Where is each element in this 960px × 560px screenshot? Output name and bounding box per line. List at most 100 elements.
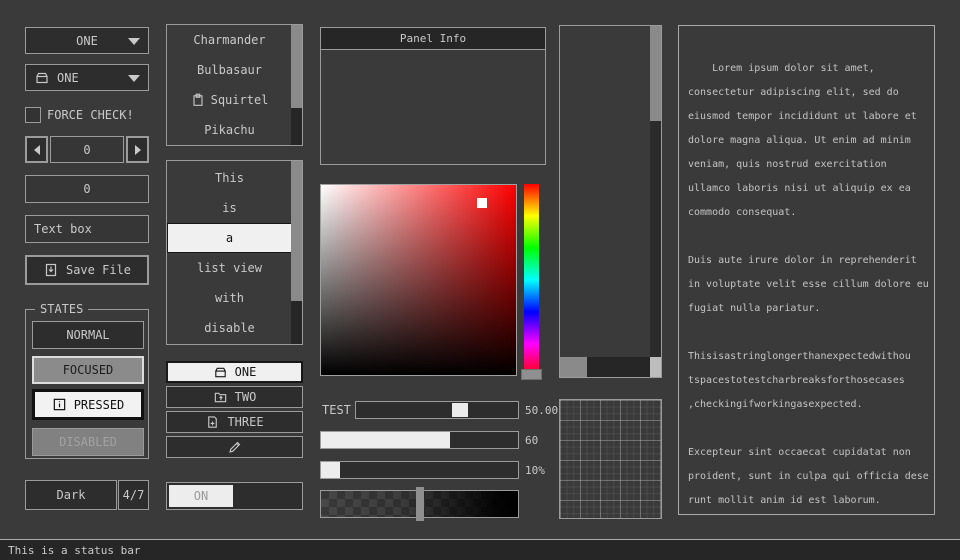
pencil-button[interactable] — [166, 436, 303, 458]
icon-button-one-label: ONE — [235, 365, 257, 379]
demo-list-scrollbar[interactable] — [291, 161, 302, 344]
theme-button-label: Dark — [57, 488, 86, 502]
chevron-down-icon — [127, 36, 141, 46]
dropdown-one-icon-value: ONE — [57, 71, 79, 85]
list-item-label: disable — [204, 321, 255, 335]
status-bar-text: This is a status bar — [8, 544, 140, 557]
stepper-value-field[interactable]: 0 — [50, 136, 124, 163]
toggle-thumb[interactable]: ON — [169, 485, 233, 507]
folder-open-icon — [34, 70, 50, 86]
folder-up-icon — [213, 390, 228, 405]
list-item-label: This — [215, 171, 244, 185]
icon-button-two-label: TWO — [235, 390, 257, 404]
value-slider-value: 60 — [525, 431, 538, 449]
status-bar: This is a status bar — [0, 539, 960, 560]
grid-panel — [559, 399, 662, 519]
list-item-selected[interactable]: a — [167, 223, 292, 253]
dropdown-one-value: ONE — [76, 34, 98, 48]
scroll-panel — [559, 25, 662, 378]
state-disabled-label: DISABLED — [59, 435, 117, 449]
chevron-down-icon — [127, 73, 141, 83]
slider-thumb[interactable] — [452, 403, 468, 417]
test-slider[interactable] — [355, 401, 519, 419]
list-item-label: Bulbasaur — [197, 63, 262, 77]
pokemon-list-scrollbar[interactable] — [291, 25, 302, 145]
list-item-label: is — [222, 201, 236, 215]
state-pressed-button[interactable]: PRESSED — [32, 389, 144, 420]
info-panel: Panel Info — [320, 27, 546, 165]
list-item[interactable]: is — [167, 193, 292, 223]
toggle-switch[interactable]: ON — [166, 482, 303, 510]
list-item[interactable]: This — [167, 163, 292, 193]
icon-button-one[interactable]: ONE — [166, 361, 303, 383]
info-panel-title: Panel Info — [400, 32, 466, 45]
value-slider[interactable] — [320, 431, 519, 449]
icon-button-two[interactable]: TWO — [166, 386, 303, 408]
list-item-label: Pikachu — [204, 123, 255, 137]
number-field[interactable]: 0 — [25, 175, 149, 203]
list-item[interactable]: Squirtel — [167, 85, 292, 115]
list-item-label: Charmander — [193, 33, 265, 47]
scrollbar-thumb[interactable] — [291, 25, 302, 108]
color-cursor[interactable] — [477, 198, 487, 208]
percent-slider-value: 10% — [525, 461, 545, 479]
demo-list: This is a list view with disable — [166, 160, 303, 345]
state-focused-label: FOCUSED — [63, 363, 114, 377]
states-group: STATES NORMAL FOCUSED PRESSED DISABLED — [25, 309, 149, 459]
scroll-panel-vscrollbar[interactable] — [650, 26, 661, 357]
save-file-label: Save File — [66, 263, 131, 277]
dropdown-one[interactable]: ONE — [25, 27, 149, 54]
slider-fill[interactable] — [321, 432, 450, 448]
page-indicator-label: 4/7 — [123, 488, 145, 502]
state-normal-button[interactable]: NORMAL — [32, 321, 144, 349]
list-item[interactable]: list view — [167, 253, 292, 283]
number-field-value: 0 — [83, 182, 90, 196]
page-indicator-button[interactable]: 4/7 — [118, 480, 149, 510]
info-panel-titlebar[interactable]: Panel Info — [321, 28, 545, 50]
scrollbar-corner — [650, 357, 661, 377]
slider-test-label: TEST — [322, 401, 351, 419]
list-item[interactable]: Charmander — [167, 25, 292, 55]
color-saturation-square[interactable] — [320, 184, 517, 376]
save-file-button[interactable]: Save File — [25, 255, 149, 285]
list-item-label: list view — [197, 261, 262, 275]
state-pressed-label: PRESSED — [74, 398, 125, 412]
list-item-label: with — [215, 291, 244, 305]
slider-test-value: 50.00 — [525, 401, 558, 419]
list-item[interactable]: Bulbasaur — [167, 55, 292, 85]
stepper-decrement-button[interactable] — [25, 136, 48, 163]
text-box-value: Text box — [34, 222, 92, 236]
slider-fill[interactable] — [321, 462, 340, 478]
text-box-input[interactable]: Text box — [25, 215, 149, 243]
hue-thumb[interactable] — [521, 369, 542, 380]
pokemon-list: Charmander Bulbasaur Squirtel Pikachu — [166, 24, 303, 146]
list-item[interactable]: Pikachu — [167, 115, 292, 145]
scrollbar-thumb[interactable] — [650, 26, 661, 121]
triangle-right-icon — [132, 143, 144, 157]
scrollbar-thumb[interactable] — [560, 357, 587, 377]
hue-bar[interactable] — [524, 184, 539, 376]
alpha-thumb[interactable] — [416, 487, 424, 521]
state-disabled-button: DISABLED — [32, 428, 144, 456]
state-focused-button[interactable]: FOCUSED — [32, 356, 144, 384]
save-icon — [43, 262, 59, 278]
list-item-label: a — [226, 231, 233, 245]
force-checkbox[interactable] — [25, 107, 41, 123]
stepper-increment-button[interactable] — [126, 136, 149, 163]
icon-button-three[interactable]: THREE — [166, 411, 303, 433]
states-group-title: STATES — [35, 302, 88, 316]
lorem-text: Lorem ipsum dolor sit amet, consectetur … — [688, 63, 929, 506]
list-item[interactable]: disable — [167, 313, 292, 343]
icon-button-three-label: THREE — [227, 415, 263, 429]
triangle-left-icon — [31, 143, 43, 157]
state-normal-label: NORMAL — [66, 328, 109, 342]
list-item[interactable]: with — [167, 283, 292, 313]
toggle-label: ON — [194, 489, 208, 503]
theme-button[interactable]: Dark — [25, 480, 117, 510]
clipboard-icon — [191, 93, 205, 107]
percent-slider[interactable] — [320, 461, 519, 479]
scrollbar-thumb[interactable] — [291, 161, 302, 301]
scroll-panel-hscrollbar[interactable] — [560, 357, 650, 377]
dropdown-one-icon[interactable]: ONE — [25, 64, 149, 91]
list-item-label: Squirtel — [211, 93, 269, 107]
